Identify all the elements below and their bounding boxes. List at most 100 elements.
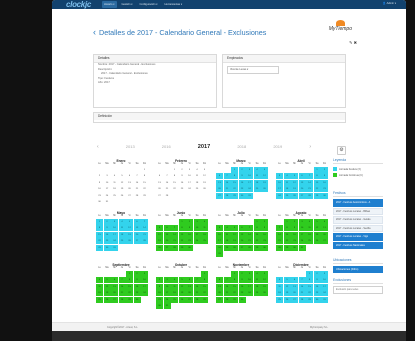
current-year[interactable]: 2017 xyxy=(198,144,210,150)
day-cell[interactable]: 10 xyxy=(193,225,201,231)
day-cell[interactable]: 15 xyxy=(283,231,291,238)
day-cell[interactable]: 5 xyxy=(126,218,133,225)
day-cell[interactable]: 19 xyxy=(103,290,111,296)
day-cell[interactable]: 16 xyxy=(238,179,246,186)
day-cell[interactable]: 30 xyxy=(96,199,103,205)
day-cell[interactable]: 4 xyxy=(96,277,103,283)
day-cell[interactable]: 18 xyxy=(171,290,178,296)
day-cell[interactable]: 3 xyxy=(104,173,111,179)
festivo-item[interactable]: 2017 - Festivos Locales - Bilbao xyxy=(333,207,383,215)
menu-herramientas[interactable]: Herramientas ▾ xyxy=(163,1,185,8)
day-cell[interactable]: 1 xyxy=(126,270,133,277)
day-cell[interactable]: 4 xyxy=(223,225,231,231)
year-option[interactable]: 2018 xyxy=(237,144,246,149)
day-cell[interactable]: 2 xyxy=(96,173,103,179)
day-cell[interactable]: 11 xyxy=(171,283,178,290)
day-cell[interactable]: 24 xyxy=(276,192,283,199)
day-cell[interactable]: 13 xyxy=(238,231,246,238)
day-cell[interactable]: 7 xyxy=(118,277,126,283)
day-cell[interactable]: 4 xyxy=(118,218,126,225)
day-cell[interactable]: 10 xyxy=(104,180,111,186)
day-cell[interactable]: 9 xyxy=(156,283,163,290)
day-cell[interactable]: 3 xyxy=(141,270,148,277)
prev-year-button[interactable]: ‹ xyxy=(97,144,99,150)
day-cell[interactable]: 3 xyxy=(246,270,253,277)
day-cell[interactable]: 10 xyxy=(276,179,283,186)
day-cell[interactable]: 29 xyxy=(231,192,238,199)
day-cell[interactable]: 13 xyxy=(133,225,141,231)
day-cell[interactable]: 11 xyxy=(283,179,291,186)
next-year-button[interactable]: › xyxy=(309,144,311,150)
day-cell[interactable]: 22 xyxy=(306,290,313,296)
day-cell[interactable]: 4 xyxy=(111,173,118,179)
day-cell[interactable]: 28 xyxy=(298,296,306,303)
day-cell[interactable]: 3 xyxy=(163,277,171,283)
day-cell[interactable]: 10 xyxy=(216,231,223,238)
day-cell[interactable]: 8 xyxy=(141,173,148,179)
day-cell[interactable]: 14 xyxy=(193,283,201,290)
day-cell[interactable]: 5 xyxy=(291,173,298,179)
day-cell[interactable]: 22 xyxy=(178,238,186,244)
day-cell[interactable]: 22 xyxy=(313,186,321,192)
day-cell[interactable]: 13 xyxy=(186,283,193,290)
day-cell[interactable]: 14 xyxy=(276,231,283,238)
day-cell[interactable]: 20 xyxy=(238,238,246,244)
day-cell[interactable]: 16 xyxy=(291,231,298,238)
day-cell[interactable]: 9 xyxy=(238,277,246,283)
day-cell[interactable]: 12 xyxy=(261,277,268,283)
festivo-item[interactable]: 2017 - Festivos Locales - Vigo xyxy=(333,233,383,241)
day-cell[interactable]: 12 xyxy=(156,231,163,238)
day-cell[interactable]: 8 xyxy=(126,277,133,283)
day-cell[interactable]: 22 xyxy=(231,290,238,296)
day-cell[interactable]: 25 xyxy=(201,238,208,244)
day-cell[interactable]: 15 xyxy=(313,179,321,186)
day-cell[interactable]: 6 xyxy=(156,173,163,179)
day-cell[interactable]: 27 xyxy=(291,296,298,303)
day-cell[interactable]: 9 xyxy=(96,180,103,186)
day-cell[interactable]: 3 xyxy=(276,173,283,179)
day-cell[interactable]: 10 xyxy=(321,277,328,283)
day-cell[interactable]: 24 xyxy=(104,193,111,199)
day-cell[interactable]: 3 xyxy=(298,218,306,225)
day-cell[interactable]: 22 xyxy=(253,238,261,244)
day-cell[interactable]: 31 xyxy=(321,296,328,303)
day-cell[interactable]: 2 xyxy=(261,218,268,225)
day-cell[interactable]: 24 xyxy=(321,290,328,296)
day-cell[interactable]: 30 xyxy=(238,296,246,303)
day-cell[interactable]: 20 xyxy=(133,231,141,238)
day-cell[interactable]: 26 xyxy=(178,296,186,303)
day-cell[interactable]: 8 xyxy=(96,225,103,231)
day-cell[interactable]: 16 xyxy=(186,231,193,238)
day-cell[interactable]: 24 xyxy=(298,238,306,244)
day-cell[interactable]: 26 xyxy=(126,238,133,244)
day-cell[interactable]: 17 xyxy=(298,231,306,238)
day-cell[interactable]: 21 xyxy=(223,186,231,192)
festivo-item[interactable]: 2017 - Festivos Nacionales xyxy=(333,241,383,249)
day-cell[interactable]: 2 xyxy=(291,218,298,225)
day-cell[interactable]: 29 xyxy=(141,193,148,199)
day-cell[interactable]: 5 xyxy=(201,167,208,173)
day-cell[interactable]: 3 xyxy=(216,225,223,231)
day-cell[interactable]: 18 xyxy=(201,231,208,238)
day-cell[interactable]: 25 xyxy=(194,186,201,192)
day-cell[interactable]: 30 xyxy=(321,192,328,199)
back-button[interactable]: ‹ xyxy=(93,27,96,37)
day-cell[interactable]: 13 xyxy=(321,225,328,231)
day-cell[interactable]: 17 xyxy=(193,231,201,238)
day-cell[interactable]: 9 xyxy=(186,225,193,231)
day-cell[interactable]: 2 xyxy=(103,218,111,225)
day-cell[interactable]: 6 xyxy=(186,277,193,283)
day-cell[interactable]: 18 xyxy=(111,186,118,192)
day-cell[interactable]: 13 xyxy=(216,283,223,290)
day-cell[interactable]: 25 xyxy=(283,192,291,199)
day-cell[interactable]: 26 xyxy=(103,296,111,303)
day-cell[interactable]: 20 xyxy=(163,238,171,244)
day-cell[interactable]: 23 xyxy=(291,238,298,244)
day-cell[interactable]: 12 xyxy=(283,283,291,290)
day-cell[interactable]: 16 xyxy=(238,283,246,290)
day-cell[interactable]: 9 xyxy=(238,173,246,179)
day-cell[interactable]: 16 xyxy=(313,283,321,290)
day-cell[interactable]: 28 xyxy=(223,192,231,199)
day-cell[interactable]: 15 xyxy=(126,283,133,290)
day-cell[interactable]: 21 xyxy=(298,290,306,296)
